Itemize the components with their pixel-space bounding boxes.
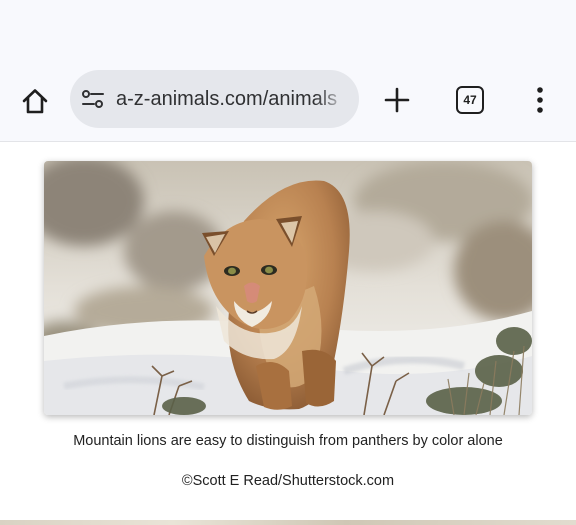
image-credit: ©Scott E Read/Shutterstock.com xyxy=(181,473,395,489)
new-tab-button[interactable] xyxy=(380,83,414,117)
browser-menu-button[interactable] xyxy=(528,82,552,118)
browser-toolbar: a-z-animals.com/animals 47 xyxy=(0,64,576,142)
tune-icon xyxy=(82,90,104,108)
home-button[interactable] xyxy=(16,82,54,120)
plus-icon xyxy=(384,87,410,113)
mountain-lion-photo xyxy=(44,161,532,415)
page-content: Mountain lions are easy to distinguish f… xyxy=(0,142,576,525)
image-caption: Mountain lions are easy to distinguish f… xyxy=(73,433,503,449)
home-icon xyxy=(22,89,48,114)
status-bar-area xyxy=(0,0,576,64)
next-image-peek xyxy=(0,520,576,525)
url-text[interactable]: a-z-animals.com/animals xyxy=(116,87,348,111)
tab-switcher-button[interactable]: 47 xyxy=(456,86,484,114)
site-settings-button[interactable] xyxy=(80,86,106,112)
more-vertical-icon xyxy=(537,87,543,113)
tab-count: 47 xyxy=(463,93,477,107)
address-bar[interactable]: a-z-animals.com/animals xyxy=(70,70,359,128)
